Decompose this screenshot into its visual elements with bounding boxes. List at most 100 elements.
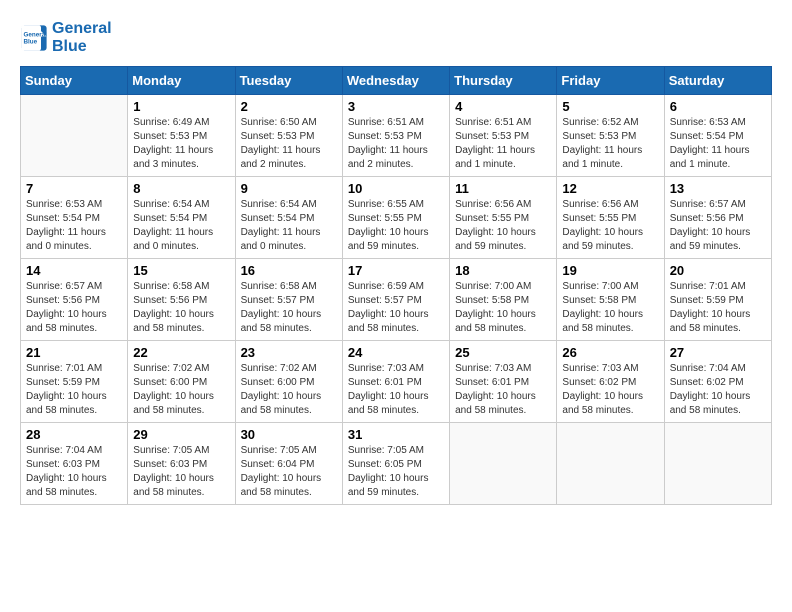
svg-text:General: General (24, 32, 48, 39)
day-info: Sunrise: 7:03 AM Sunset: 6:01 PM Dayligh… (455, 362, 551, 418)
day-info: Sunrise: 7:01 AM Sunset: 5:59 PM Dayligh… (26, 362, 122, 418)
calendar-cell: 12 Sunrise: 6:56 AM Sunset: 5:55 PM Dayli… (557, 177, 664, 259)
calendar-cell (557, 423, 664, 505)
calendar-cell: 13Sunrise: 6:57 AM Sunset: 5:56 PM Dayli… (664, 177, 771, 259)
day-info: Sunrise: 7:05 AM Sunset: 6:04 PM Dayligh… (241, 444, 337, 500)
day-number: 25 (455, 345, 551, 360)
day-info: Sunrise: 6:53 AM Sunset: 5:54 PM Dayligh… (26, 198, 122, 254)
day-info: Sunrise: 7:03 AM Sunset: 6:02 PM Dayligh… (562, 362, 658, 418)
calendar-cell: 21 Sunrise: 7:01 AM Sunset: 5:59 PM Dayli… (21, 341, 128, 423)
day-number: 2 (241, 99, 337, 114)
calendar-cell: 11 Sunrise: 6:56 AM Sunset: 5:55 PM Dayli… (450, 177, 557, 259)
day-header-friday: Friday (557, 67, 664, 95)
calendar-cell: 27Sunrise: 7:04 AM Sunset: 6:02 PM Dayli… (664, 341, 771, 423)
day-info: Sunrise: 6:55 AM Sunset: 5:55 PM Dayligh… (348, 198, 444, 254)
day-info: Sunrise: 6:54 AM Sunset: 5:54 PM Dayligh… (133, 198, 229, 254)
day-info: Sunrise: 6:51 AM Sunset: 5:53 PM Dayligh… (455, 116, 551, 172)
day-number: 18 (455, 263, 551, 278)
calendar-week-row: 28 Sunrise: 7:04 AM Sunset: 6:03 PM Dayli… (21, 423, 772, 505)
day-number: 8 (133, 181, 229, 196)
day-number: 24 (348, 345, 444, 360)
day-info: Sunrise: 7:05 AM Sunset: 6:03 PM Dayligh… (133, 444, 229, 500)
calendar-cell: 4Sunrise: 6:51 AM Sunset: 5:53 PM Daylig… (450, 95, 557, 177)
svg-text:Blue: Blue (24, 39, 38, 46)
day-number: 16 (241, 263, 337, 278)
day-info: Sunrise: 7:02 AM Sunset: 6:00 PM Dayligh… (133, 362, 229, 418)
calendar-cell: 8 Sunrise: 6:54 AM Sunset: 5:54 PM Daylig… (128, 177, 235, 259)
day-info: Sunrise: 6:57 AM Sunset: 5:56 PM Dayligh… (26, 280, 122, 336)
calendar-cell (450, 423, 557, 505)
calendar-cell: 31Sunrise: 7:05 AM Sunset: 6:05 PM Dayli… (342, 423, 449, 505)
day-info: Sunrise: 6:58 AM Sunset: 5:57 PM Dayligh… (241, 280, 337, 336)
calendar-cell: 14 Sunrise: 6:57 AM Sunset: 5:56 PM Dayli… (21, 259, 128, 341)
calendar-cell: 19Sunrise: 7:00 AM Sunset: 5:58 PM Dayli… (557, 259, 664, 341)
calendar-cell (21, 95, 128, 177)
logo: General Blue GeneralBlue (20, 20, 112, 56)
day-number: 7 (26, 181, 122, 196)
calendar-cell: 20 Sunrise: 7:01 AM Sunset: 5:59 PM Dayli… (664, 259, 771, 341)
day-info: Sunrise: 7:00 AM Sunset: 5:58 PM Dayligh… (455, 280, 551, 336)
calendar-header-row: SundayMondayTuesdayWednesdayThursdayFrid… (21, 67, 772, 95)
calendar-cell: 5Sunrise: 6:52 AM Sunset: 5:53 PM Daylig… (557, 95, 664, 177)
calendar-cell: 16 Sunrise: 6:58 AM Sunset: 5:57 PM Dayli… (235, 259, 342, 341)
calendar-cell: 18 Sunrise: 7:00 AM Sunset: 5:58 PM Dayli… (450, 259, 557, 341)
calendar-cell: 7 Sunrise: 6:53 AM Sunset: 5:54 PM Daylig… (21, 177, 128, 259)
day-number: 30 (241, 427, 337, 442)
calendar-cell: 26 Sunrise: 7:03 AM Sunset: 6:02 PM Dayli… (557, 341, 664, 423)
day-info: Sunrise: 7:03 AM Sunset: 6:01 PM Dayligh… (348, 362, 444, 418)
calendar-cell: 25 Sunrise: 7:03 AM Sunset: 6:01 PM Dayli… (450, 341, 557, 423)
day-number: 26 (562, 345, 658, 360)
calendar-cell: 3Sunrise: 6:51 AM Sunset: 5:53 PM Daylig… (342, 95, 449, 177)
day-info: Sunrise: 6:52 AM Sunset: 5:53 PM Dayligh… (562, 116, 658, 172)
calendar-cell: 6 Sunrise: 6:53 AM Sunset: 5:54 PM Daylig… (664, 95, 771, 177)
calendar-week-row: 7 Sunrise: 6:53 AM Sunset: 5:54 PM Daylig… (21, 177, 772, 259)
day-number: 17 (348, 263, 444, 278)
calendar-cell: 29 Sunrise: 7:05 AM Sunset: 6:03 PM Dayli… (128, 423, 235, 505)
day-header-monday: Monday (128, 67, 235, 95)
day-number: 1 (133, 99, 229, 114)
calendar-cell: 1 Sunrise: 6:49 AM Sunset: 5:53 PM Daylig… (128, 95, 235, 177)
day-info: Sunrise: 6:51 AM Sunset: 5:53 PM Dayligh… (348, 116, 444, 172)
day-info: Sunrise: 6:57 AM Sunset: 5:56 PM Dayligh… (670, 198, 766, 254)
calendar: SundayMondayTuesdayWednesdayThursdayFrid… (20, 66, 772, 505)
calendar-week-row: 1 Sunrise: 6:49 AM Sunset: 5:53 PM Daylig… (21, 95, 772, 177)
day-number: 9 (241, 181, 337, 196)
day-number: 14 (26, 263, 122, 278)
day-number: 6 (670, 99, 766, 114)
calendar-cell: 22Sunrise: 7:02 AM Sunset: 6:00 PM Dayli… (128, 341, 235, 423)
day-number: 28 (26, 427, 122, 442)
day-header-saturday: Saturday (664, 67, 771, 95)
day-number: 21 (26, 345, 122, 360)
day-info: Sunrise: 6:49 AM Sunset: 5:53 PM Dayligh… (133, 116, 229, 172)
day-number: 29 (133, 427, 229, 442)
day-number: 23 (241, 345, 337, 360)
calendar-week-row: 21 Sunrise: 7:01 AM Sunset: 5:59 PM Dayli… (21, 341, 772, 423)
calendar-cell: 9 Sunrise: 6:54 AM Sunset: 5:54 PM Daylig… (235, 177, 342, 259)
day-header-thursday: Thursday (450, 67, 557, 95)
logo-icon: General Blue (20, 24, 48, 52)
calendar-cell: 17Sunrise: 6:59 AM Sunset: 5:57 PM Dayli… (342, 259, 449, 341)
day-info: Sunrise: 7:05 AM Sunset: 6:05 PM Dayligh… (348, 444, 444, 500)
day-header-sunday: Sunday (21, 67, 128, 95)
day-info: Sunrise: 6:53 AM Sunset: 5:54 PM Dayligh… (670, 116, 766, 172)
day-info: Sunrise: 7:00 AM Sunset: 5:58 PM Dayligh… (562, 280, 658, 336)
day-info: Sunrise: 6:56 AM Sunset: 5:55 PM Dayligh… (562, 198, 658, 254)
calendar-cell: 24 Sunrise: 7:03 AM Sunset: 6:01 PM Dayli… (342, 341, 449, 423)
day-number: 10 (348, 181, 444, 196)
day-info: Sunrise: 6:56 AM Sunset: 5:55 PM Dayligh… (455, 198, 551, 254)
day-info: Sunrise: 7:01 AM Sunset: 5:59 PM Dayligh… (670, 280, 766, 336)
day-number: 20 (670, 263, 766, 278)
day-number: 11 (455, 181, 551, 196)
logo-text: GeneralBlue (52, 20, 112, 56)
day-number: 12 (562, 181, 658, 196)
day-header-tuesday: Tuesday (235, 67, 342, 95)
calendar-cell: 2 Sunrise: 6:50 AM Sunset: 5:53 PM Daylig… (235, 95, 342, 177)
calendar-cell: 28 Sunrise: 7:04 AM Sunset: 6:03 PM Dayli… (21, 423, 128, 505)
day-info: Sunrise: 7:04 AM Sunset: 6:02 PM Dayligh… (670, 362, 766, 418)
calendar-cell: 23Sunrise: 7:02 AM Sunset: 6:00 PM Dayli… (235, 341, 342, 423)
calendar-cell (664, 423, 771, 505)
day-info: Sunrise: 6:54 AM Sunset: 5:54 PM Dayligh… (241, 198, 337, 254)
day-header-wednesday: Wednesday (342, 67, 449, 95)
day-info: Sunrise: 7:04 AM Sunset: 6:03 PM Dayligh… (26, 444, 122, 500)
day-info: Sunrise: 6:50 AM Sunset: 5:53 PM Dayligh… (241, 116, 337, 172)
